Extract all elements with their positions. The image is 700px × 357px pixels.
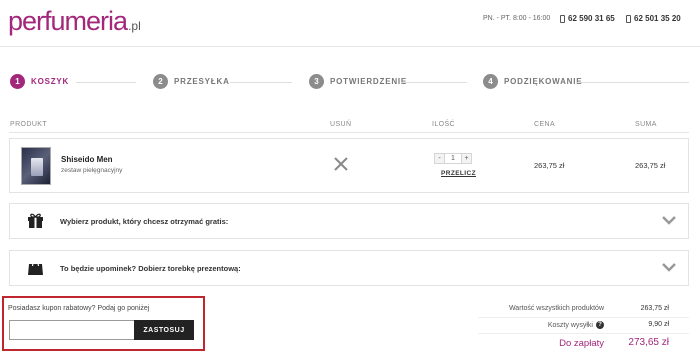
summary-divider	[478, 333, 689, 334]
step-connector	[76, 82, 136, 83]
step-connector	[576, 82, 689, 83]
shipping-cost-text: Koszty wysyłki	[547, 321, 593, 329]
item-price: 263,75 zł	[534, 161, 565, 170]
coupon-label: Posiadasz kupon rabatowy? Podaj go poniż…	[8, 305, 150, 312]
phone-number-2: 62 501 35 20	[634, 14, 681, 23]
step-number: 3	[309, 74, 324, 89]
step-number: 1	[10, 74, 25, 89]
chevron-down-icon[interactable]	[662, 262, 676, 272]
help-icon[interactable]: ?	[596, 321, 604, 329]
opening-hours: PN. - PT. 8:00 - 16:00	[483, 15, 551, 22]
free-gift-panel[interactable]: Wybierz produkt, który chcesz otrzymać g…	[9, 203, 689, 239]
phone-icon	[560, 14, 565, 23]
chevron-down-icon[interactable]	[662, 215, 676, 225]
step-confirmation: 3 POTWIERDZENIE	[309, 74, 407, 89]
column-header-product: PRODUKT	[10, 121, 48, 128]
cart-item-row: Shiseido Men zestaw pielęgnacyjny - 1 + …	[9, 138, 689, 193]
step-label: KOSZYK	[31, 77, 70, 86]
shipping-cost-value: 9,90 zł	[648, 321, 669, 328]
column-header-sum: SUMA	[635, 121, 657, 128]
products-total-value: 263,75 zł	[640, 305, 669, 312]
item-sum: 263,75 zł	[635, 161, 666, 170]
phone-number-1: 62 590 31 65	[568, 14, 615, 23]
gift-bag-label: To będzie upominek? Dobierz torebkę prez…	[60, 264, 241, 273]
step-thanks: 4 PODZIĘKOWANIE	[483, 74, 582, 89]
step-label: POTWIERDZENIE	[330, 77, 408, 86]
free-gift-label: Wybierz produkt, który chcesz otrzymać g…	[60, 217, 229, 226]
step-connector	[401, 82, 467, 83]
step-number: 4	[483, 74, 498, 89]
phone-contact-2[interactable]: 62 501 35 20	[626, 14, 681, 23]
step-cart: 1 KOSZYK	[10, 74, 69, 89]
amount-due-label: Do zapłaty	[559, 338, 604, 349]
quantity-increase-button[interactable]: +	[461, 153, 472, 164]
product-subtitle: zestaw pielęgnacyjny	[61, 167, 123, 174]
amount-due-value: 273,65 zł	[628, 337, 669, 348]
quantity-stepper: - 1 +	[434, 153, 472, 164]
quantity-value[interactable]: 1	[445, 153, 461, 164]
product-name[interactable]: Shiseido Men	[61, 155, 113, 164]
column-header-price: CENA	[534, 121, 556, 128]
coupon-code-input[interactable]	[9, 320, 135, 340]
products-total-label: Wartość wszystkich produktów	[508, 305, 604, 312]
quantity-decrease-button[interactable]: -	[434, 153, 445, 164]
step-label: PRZESYŁKA	[174, 77, 230, 86]
logo-tld: .pl	[128, 19, 141, 33]
product-image[interactable]	[21, 147, 51, 185]
shipping-cost-label: Koszty wysyłki?	[434, 321, 604, 329]
remove-item-icon[interactable]	[332, 155, 350, 173]
logo-text: perfumeria	[8, 6, 128, 36]
site-header: perfumeria.pl PN. - PT. 8:00 - 16:00 62 …	[0, 0, 700, 46]
phone-icon	[626, 14, 631, 23]
column-header-remove: USUŃ	[330, 121, 352, 128]
step-connector	[230, 82, 292, 83]
column-header-quantity: ILOŚĆ	[432, 121, 456, 128]
gift-icon	[28, 213, 43, 228]
site-logo[interactable]: perfumeria.pl	[8, 6, 141, 37]
step-label: PODZIĘKOWANIE	[504, 77, 583, 86]
summary-divider	[478, 317, 689, 318]
shopping-bag-icon	[28, 261, 43, 275]
recalculate-link[interactable]: PRZELICZ	[441, 170, 476, 177]
phone-contact-1[interactable]: 62 590 31 65	[560, 14, 615, 23]
gift-bag-panel[interactable]: To będzie upominek? Dobierz torebkę prez…	[9, 250, 689, 286]
table-header-divider	[9, 132, 689, 133]
step-shipping: 2 PRZESYŁKA	[153, 74, 230, 89]
header-divider	[0, 46, 700, 47]
apply-coupon-button[interactable]: ZASTOSUJ	[134, 320, 194, 340]
product-bottle-graphic	[31, 158, 43, 176]
step-number: 2	[153, 74, 168, 89]
